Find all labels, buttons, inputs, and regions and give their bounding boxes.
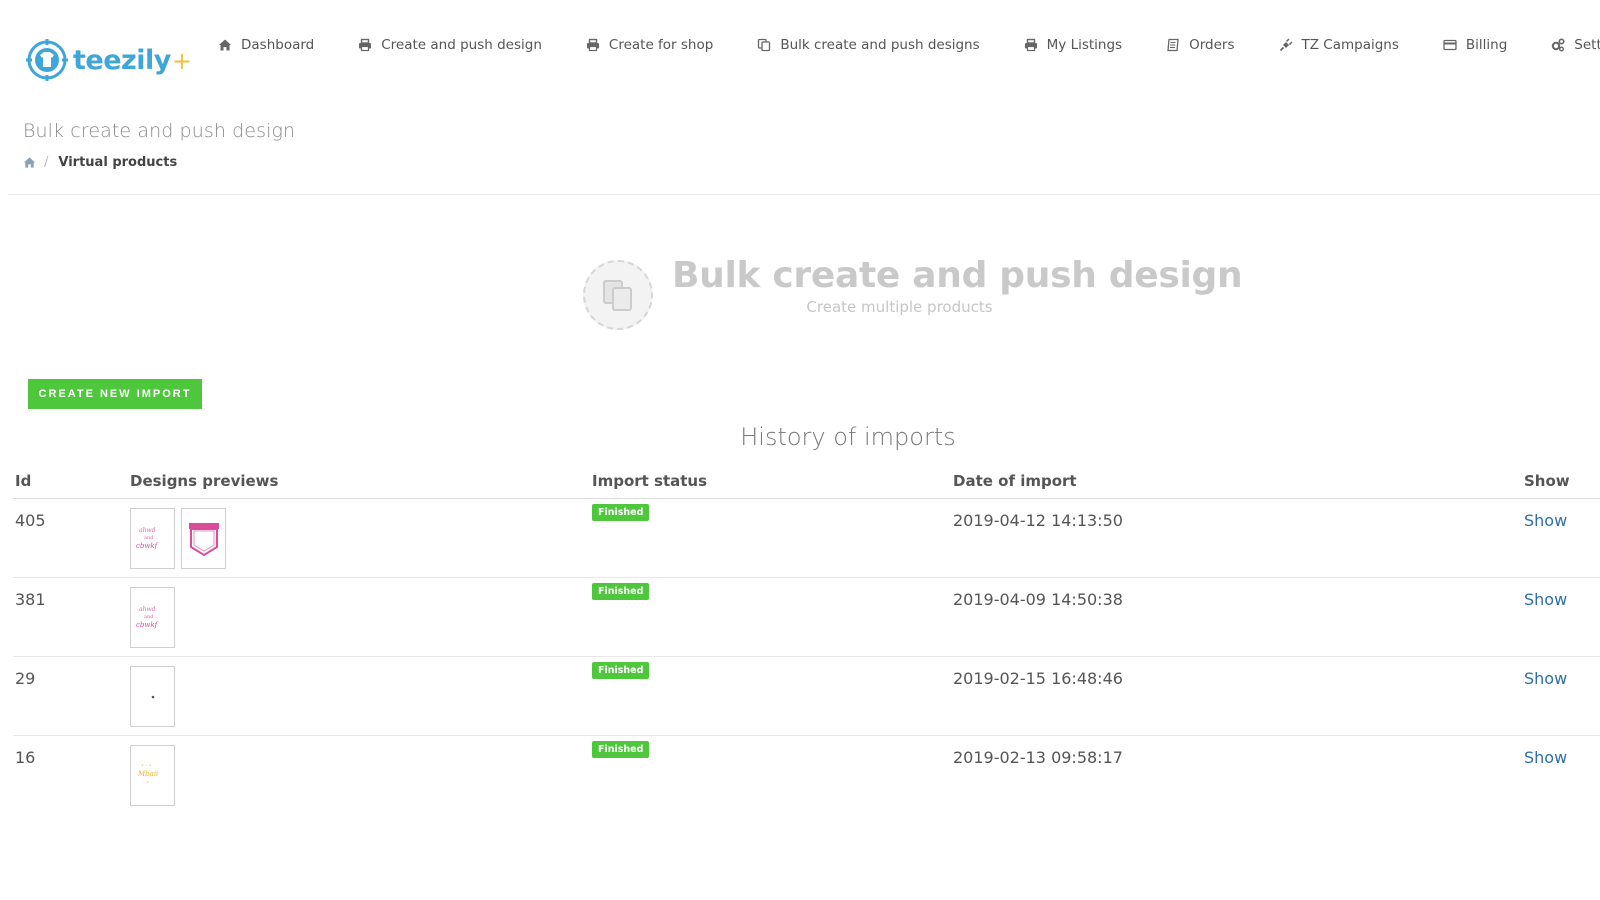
logo-wordmark: teezily+ [73,44,192,76]
nav-label: Dashboard [241,37,315,53]
design-previews: ahwd and cbwkf [130,508,232,569]
table-row: 16 • · • Mbaii · • · Finished 2019-02-13… [13,736,1600,815]
svg-text:· • ·: · • · [143,780,153,786]
svg-text:Mbaii: Mbaii [137,770,158,778]
nav-label: TZ Campaigns [1301,37,1399,53]
table-row: 405 ahwd and cbwkf Finished 2019-04-12 1… [13,499,1600,578]
create-new-import-button[interactable]: CREATE NEW IMPORT [28,379,202,409]
nav-orders[interactable]: Orders [1166,37,1235,53]
credit-card-icon [1443,38,1457,52]
nav-label: Create and push design [381,37,542,53]
hero-title: Bulk create and push design [672,255,1243,296]
teezily-logo[interactable]: teezily+ [26,37,192,83]
breadcrumb: / Virtual products [23,155,177,170]
column-header-previews: Designs previews [130,472,279,490]
hero-copy-icon [583,260,653,330]
import-date: 2019-02-15 16:48:46 [953,669,1123,688]
status-badge: Finished [592,741,650,758]
hero-subtitle: Create multiple products [806,298,993,316]
breadcrumb-separator: / [44,155,49,170]
svg-text:cbwkf: cbwkf [136,542,159,550]
import-id: 381 [15,590,46,609]
home-icon [218,38,232,52]
show-link[interactable]: Show [1524,748,1567,767]
status-badge: Finished [592,583,650,600]
breadcrumb-home-icon[interactable] [23,156,36,169]
design-thumbnail[interactable]: ahwd and cbwkf [130,587,175,648]
column-header-status: Import status [592,472,708,490]
svg-text:• · •: • · • [141,763,152,769]
small-dot-icon [151,695,154,698]
svg-text:cbwkf: cbwkf [136,621,159,629]
column-header-id: Id [15,472,32,490]
breadcrumb-current: Virtual products [58,155,178,170]
show-link[interactable]: Show [1524,669,1567,688]
nav-billing[interactable]: Billing [1443,37,1507,53]
nav-label: My Listings [1046,37,1123,53]
design-thumbnail[interactable] [181,508,226,569]
column-header-show: Show [1524,472,1570,490]
import-id: 16 [15,748,36,767]
svg-text:ahwd: ahwd [139,606,156,613]
import-id: 29 [15,669,36,688]
logo-target-icon [26,39,68,81]
nav-my-listings[interactable]: My Listings [1024,37,1122,53]
nav-dashboard[interactable]: Dashboard [218,37,314,53]
show-link[interactable]: Show [1524,590,1567,609]
copy-icon [757,38,771,52]
svg-text:and: and [144,535,154,541]
table-row: 29 Finished 2019-02-15 16:48:46 Show [13,657,1600,736]
design-previews: ahwd and cbwkf [130,587,181,648]
main-nav: Dashboard Create and push design Create … [218,33,1600,57]
design-thumbnail[interactable]: • · • Mbaii · • · [130,745,175,806]
column-header-date: Date of import [953,472,1077,490]
printer-icon [586,38,600,52]
status-badge: Finished [592,504,650,521]
nav-settings[interactable]: Settings [1551,37,1600,53]
nav-label: Bulk create and push designs [780,37,980,53]
nav-label: Create for shop [608,37,714,53]
top-navigation-bar: teezily+ Dashboard Create and push desig… [0,0,1600,100]
status-badge: Finished [592,662,650,679]
gears-icon [1551,38,1565,52]
nav-bulk-create-and-push-designs[interactable]: Bulk create and push designs [757,37,980,53]
history-title: History of imports [740,423,956,451]
design-previews [130,666,181,727]
nav-create-and-push-design[interactable]: Create and push design [358,37,542,53]
nav-label: Orders [1189,37,1235,53]
svg-text:and: and [144,614,154,620]
table-row: 381 ahwd and cbwkf Finished 2019-04-09 1… [13,578,1600,657]
svg-text:ahwd: ahwd [139,527,156,534]
nav-tz-campaigns[interactable]: TZ Campaigns [1279,37,1399,53]
imports-table: Id Designs previews Import status Date o… [13,466,1600,815]
table-header: Id Designs previews Import status Date o… [13,466,1600,499]
printer-icon [358,38,372,52]
pink-lettering-icon: ahwd and cbwkf [136,606,159,629]
design-previews: • · • Mbaii · • · [130,745,181,806]
pink-pocket-icon [188,522,219,556]
design-thumbnail[interactable]: ahwd and cbwkf [130,508,175,569]
import-id: 405 [15,511,46,530]
printer-icon [1024,38,1038,52]
import-date: 2019-04-09 14:50:38 [953,590,1123,609]
list-icon [1166,38,1180,52]
plug-icon [1279,38,1293,52]
show-link[interactable]: Show [1524,511,1567,530]
yellow-lettering-icon: • · • Mbaii · • · [137,763,158,786]
design-thumbnail[interactable] [130,666,175,727]
header-divider [8,194,1600,195]
import-date: 2019-04-12 14:13:50 [953,511,1123,530]
page-title: Bulk create and push design [23,120,296,142]
import-date: 2019-02-13 09:58:17 [953,748,1123,767]
pink-lettering-icon: ahwd and cbwkf [136,527,159,550]
nav-create-for-shop[interactable]: Create for shop [586,37,713,53]
nav-label: Settings [1574,37,1600,53]
nav-label: Billing [1465,37,1508,53]
